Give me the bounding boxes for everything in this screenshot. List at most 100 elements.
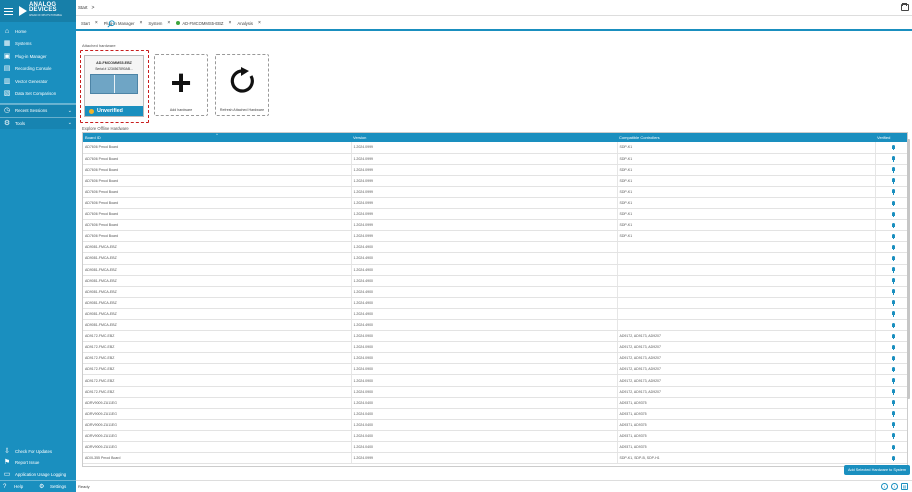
sidebar-item-home[interactable]: ⌂ Home: [0, 25, 76, 38]
cell-version: 1.2024.0400: [351, 408, 618, 420]
pin-icon[interactable]: [891, 355, 895, 362]
pin-icon[interactable]: [891, 289, 895, 295]
pin-icon[interactable]: [891, 422, 895, 428]
table-row[interactable]: AD9081-FMCA-EBZ 1.2024.4900: [83, 275, 907, 287]
close-icon[interactable]: ×: [229, 20, 232, 26]
tab-device[interactable]: AD-FMCOMMS5-EBZ ×: [173, 18, 234, 28]
pin-icon[interactable]: [891, 244, 895, 251]
table-row[interactable]: AD9081-FMCA-EBZ 1.2024.4900: [83, 308, 907, 321]
device-card[interactable]: AD-FMCOMMS5-EBZ Serial # 1234567890AB...…: [80, 50, 149, 123]
pin-icon[interactable]: [891, 278, 895, 284]
pin-icon[interactable]: [891, 189, 895, 195]
table-row[interactable]: AD9172-FMC-EBZ 1.2024.0900 AD9172, AD9173,…: [83, 386, 907, 398]
table-row[interactable]: AD7606 Pmod Board 1.2024.0999 SDP-K1: [83, 230, 907, 243]
table-row[interactable]: ADXL355 Pmod Board 1.2024.0999 SDP-K1, SDP…: [83, 452, 907, 465]
pin-icon[interactable]: [891, 300, 895, 306]
pin-icon[interactable]: [891, 222, 895, 229]
table-row[interactable]: AD9081-FMCA-EBZ 1.2024.4900: [83, 252, 907, 265]
tab-system[interactable]: System ×: [145, 18, 173, 28]
table-row[interactable]: AD9172-FMC-EBZ 1.2024.0900 AD9172, AD9173,…: [83, 352, 907, 365]
table-row[interactable]: AD9081-FMCA-EBZ 1.2024.4900: [83, 241, 907, 254]
pin-icon[interactable]: [891, 455, 895, 462]
table-row[interactable]: AD7606 Pmod Board 1.2024.0999 SDP-K1: [83, 153, 907, 165]
folder-icon[interactable]: [901, 3, 909, 11]
table-row[interactable]: AD7606 Pmod Board 1.2024.0999 SDP-K1: [83, 197, 907, 210]
sidebar-item-vector-generator[interactable]: ▥ Vector Generator: [0, 75, 76, 88]
sidebar-group-recent-sessions[interactable]: ◷ Recent Sessions ⌄: [0, 104, 76, 117]
add-hardware-card[interactable]: + Add hardware: [154, 54, 208, 116]
pin-icon[interactable]: [891, 322, 895, 329]
sidebar-item-report-issue[interactable]: ⚑ Report Issue: [0, 457, 76, 469]
pin-icon[interactable]: [891, 200, 895, 207]
pin-icon[interactable]: [891, 400, 895, 406]
pin-icon[interactable]: [891, 255, 895, 262]
table-row[interactable]: AD7606 Pmod Board 1.2024.0999 SDP-K1: [83, 219, 907, 232]
info-icon[interactable]: i: [881, 483, 888, 490]
table-row[interactable]: AD7606 Pmod Board 1.2024.0999 SDP-K1: [83, 164, 907, 176]
pin-icon[interactable]: [891, 344, 895, 351]
help-button[interactable]: ? Help: [3, 484, 39, 490]
pin-icon[interactable]: [891, 267, 895, 273]
hamburger-menu-icon[interactable]: [4, 7, 13, 16]
column-header-controllers[interactable]: Compatible Controllers: [617, 133, 875, 142]
table-row[interactable]: AD7606 Pmod Board 1.2024.0999 SDP-K1: [83, 175, 907, 187]
column-header-verified[interactable]: Verified: [875, 133, 907, 142]
tab-start[interactable]: Start ×: [78, 18, 101, 28]
pin-icon[interactable]: [891, 433, 895, 439]
pin-icon[interactable]: [891, 144, 895, 151]
sidebar: ANALOG DEVICES AHEAD OF WHAT'S POSSIBLE …: [0, 0, 76, 492]
table-row[interactable]: AD7606 Pmod Board 1.2024.0999 SDP-K1: [83, 208, 907, 221]
add-selected-hardware-button[interactable]: Add Selected Hardware to System: [843, 465, 910, 475]
sidebar-item-systems[interactable]: ▦ Systems: [0, 38, 76, 51]
cell-controllers: [617, 308, 876, 321]
pin-icon[interactable]: [891, 333, 895, 340]
search-icon[interactable]: [107, 20, 115, 28]
pin-icon[interactable]: [891, 378, 895, 384]
table-row[interactable]: AD9172-FMC-EBZ 1.2024.0900 AD9172, AD9173,…: [83, 341, 907, 354]
sidebar-item-plugin-manager[interactable]: ▣ Plug-in Manager: [0, 50, 76, 63]
close-icon[interactable]: ×: [258, 20, 261, 26]
pin-icon[interactable]: [891, 444, 895, 451]
table-row[interactable]: ADRV9009-ZU11EG 1.2024.0400 AD9371, AD9375: [83, 397, 907, 409]
table-row[interactable]: AD7606 Pmod Board 1.2024.0999 SDP-K1: [83, 186, 907, 198]
pin-icon[interactable]: [891, 366, 895, 373]
table-row[interactable]: ADRV9009-ZU11EG 1.2024.0400 AD9371, AD9375: [83, 419, 907, 431]
cell-verified: [875, 452, 907, 465]
pin-icon[interactable]: [891, 389, 895, 395]
table-row[interactable]: AD9081-FMCA-EBZ 1.2024.4900: [83, 297, 907, 309]
breadcrumb-start[interactable]: Start: [78, 5, 88, 10]
table-scrollbar[interactable]: [907, 139, 910, 399]
table-row[interactable]: AD9172-FMC-EBZ 1.2024.0900 AD9172, AD9173,…: [83, 363, 907, 376]
chart-icon[interactable]: ▤: [901, 483, 908, 490]
table-row[interactable]: AD9081-FMCA-EBZ 1.2024.4900: [83, 319, 907, 332]
pin-icon[interactable]: [891, 211, 895, 218]
sidebar-item-data-set-comparison[interactable]: ▧ Data Set Comparison: [0, 88, 76, 101]
close-icon[interactable]: ×: [95, 20, 98, 26]
sidebar-item-recording-console[interactable]: ▤ Recording Console: [0, 63, 76, 76]
pin-icon[interactable]: [891, 411, 895, 417]
close-icon[interactable]: ×: [140, 20, 143, 26]
column-header-version[interactable]: Version: [351, 133, 617, 142]
close-icon[interactable]: ×: [167, 20, 170, 26]
pin-icon[interactable]: [891, 233, 895, 240]
table-row[interactable]: ADRV9009-ZU11EG 1.2024.0400 AD9371, AD9375: [83, 441, 907, 454]
table-row[interactable]: ADRV9009-ZU11EG 1.2024.0400 AD9371, AD9375: [83, 430, 907, 443]
table-row[interactable]: AD9172-FMC-EBZ 1.2024.0900 AD9172, AD9173,…: [83, 374, 907, 387]
table-row[interactable]: AD9081-FMCA-EBZ 1.2024.4900: [83, 264, 907, 276]
notification-icon[interactable]: !: [891, 483, 898, 490]
sidebar-group-tools[interactable]: ⚙ Tools ⌄: [0, 116, 76, 129]
sidebar-item-usage-logging[interactable]: ▭ Application Usage Logging: [0, 469, 76, 481]
table-row[interactable]: ADRV9009-ZU11EG 1.2024.0400 AD9371, AD9375: [83, 408, 907, 420]
tab-analysis[interactable]: Analysis ×: [234, 18, 264, 28]
pin-icon[interactable]: [891, 156, 895, 162]
table-row[interactable]: AD7606 Pmod Board 1.2024.0999 SDP-K1: [83, 142, 907, 154]
sidebar-item-check-updates[interactable]: ⇩ Check For Updates: [0, 446, 76, 458]
table-row[interactable]: AD9172-FMC-EBZ 1.2024.0900 AD9172, AD9173,…: [83, 330, 907, 343]
settings-button[interactable]: ⚙ Settings: [39, 483, 75, 490]
sort-ascending-icon[interactable]: ^: [216, 132, 218, 137]
pin-icon[interactable]: [891, 178, 895, 184]
pin-icon[interactable]: [891, 311, 895, 317]
pin-icon[interactable]: [891, 167, 895, 173]
refresh-hardware-card[interactable]: Refresh Attached Hardware: [215, 54, 269, 116]
table-row[interactable]: AD9081-FMCA-EBZ 1.2024.4900: [83, 286, 907, 298]
